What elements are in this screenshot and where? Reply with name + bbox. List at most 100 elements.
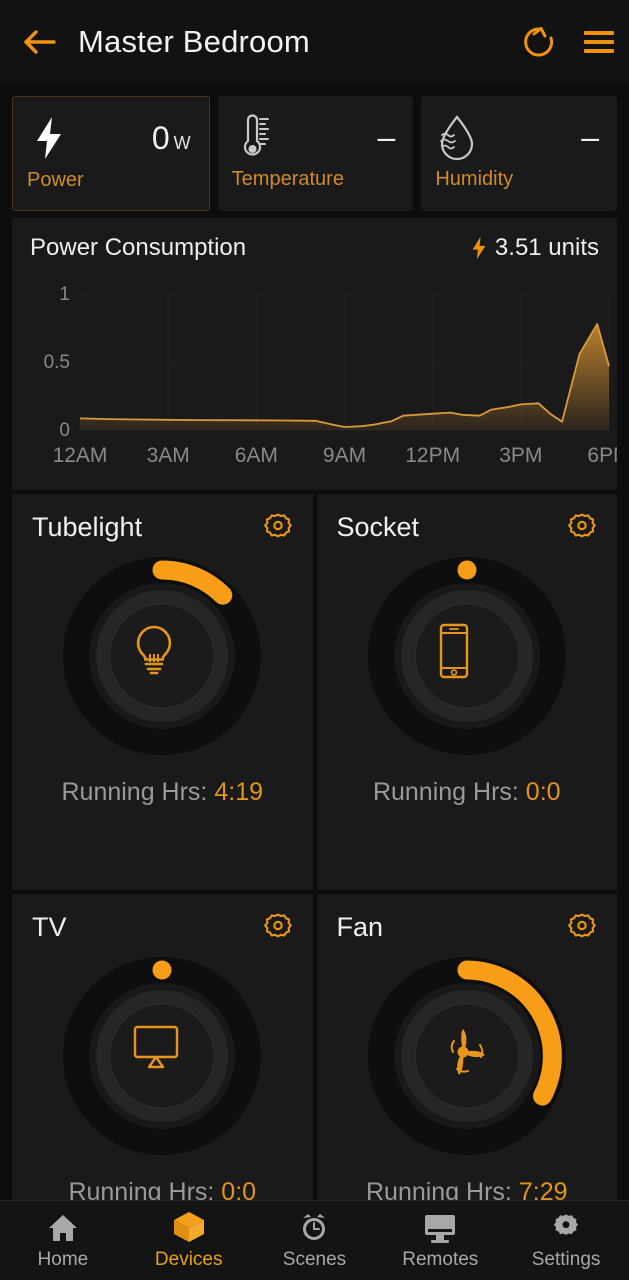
svg-text:0.5: 0.5 <box>44 352 70 373</box>
device-dial-socket[interactable] <box>367 556 567 756</box>
svg-text:0: 0 <box>59 420 70 441</box>
device-settings-button[interactable] <box>261 912 295 946</box>
running-hours: Running Hrs: 0:0 <box>317 778 618 807</box>
svg-text:12AM: 12AM <box>53 444 108 467</box>
gear-icon <box>263 513 292 538</box>
nav-label: Devices <box>154 1249 223 1270</box>
running-hours-value: 0:0 <box>221 1178 257 1200</box>
chart-title: Power Consumption <box>30 234 247 261</box>
bottom-navigation: Home Devices Scenes Remotes Settings <box>0 1200 629 1280</box>
svg-text:3PM: 3PM <box>499 444 542 467</box>
running-hours-label: Running Hrs: <box>61 778 215 806</box>
arrow-left-icon <box>24 30 56 54</box>
nav-label: Remotes <box>402 1249 479 1270</box>
app-header: Master Bedroom <box>0 0 629 84</box>
device-header: Fan <box>317 894 618 946</box>
alarm-clock-icon <box>297 1210 331 1244</box>
stat-card-power[interactable]: 0W Power <box>12 96 210 211</box>
stat-value-humidity: – <box>581 118 600 155</box>
device-name: Fan <box>336 912 384 942</box>
lightning-bolt-icon <box>472 236 486 260</box>
device-card-fan[interactable]: Fan Running Hrs: 7:29 <box>316 894 618 1200</box>
stat-value-power: 0W <box>71 120 195 157</box>
refresh-icon <box>524 27 554 57</box>
device-dial-fan[interactable] <box>367 956 567 1156</box>
tv-icon <box>127 1021 197 1091</box>
fan-blades-icon <box>432 1021 502 1091</box>
svg-text:12PM: 12PM <box>405 444 460 467</box>
device-header: Socket <box>317 494 618 546</box>
running-hours-value: 0:0 <box>525 778 561 806</box>
stat-card-temperature[interactable]: – Temperature <box>217 96 414 211</box>
power-consumption-card: Power Consumption 3.51 units 0 0.5 1 12AM 3A… <box>12 218 617 490</box>
stat-top-row: – <box>435 108 603 166</box>
device-card-socket[interactable]: Socket Running Hrs: 0:0 <box>316 494 618 890</box>
dial-container <box>317 556 618 756</box>
device-dial-tv[interactable] <box>62 956 262 1156</box>
chart-units: 3.51 units <box>471 234 599 262</box>
nav-item-settings[interactable]: Settings <box>503 1201 629 1280</box>
stat-value-temperature: – <box>377 118 396 155</box>
cube-icon <box>172 1210 206 1244</box>
device-settings-button[interactable] <box>565 512 599 546</box>
running-hours: Running Hrs: 0:0 <box>12 1178 313 1200</box>
nav-item-scenes[interactable]: Scenes <box>252 1201 378 1280</box>
power-unit: W <box>173 132 191 153</box>
room-detail-screen: Master Bedroom 0W Power – Temperature – … <box>0 0 629 1280</box>
svg-text:6PM: 6PM <box>587 444 617 467</box>
running-hours-value: 7:29 <box>518 1178 568 1200</box>
nav-label: Home <box>37 1249 89 1270</box>
device-card-tubelight[interactable]: Tubelight Running Hrs: 4:19 <box>12 494 313 890</box>
refresh-button[interactable] <box>509 12 569 72</box>
device-dial-tubelight[interactable] <box>62 556 262 756</box>
page-title: Master Bedroom <box>78 24 310 59</box>
nav-label: Settings <box>531 1249 601 1270</box>
stat-card-humidity[interactable]: – Humidity <box>421 96 618 211</box>
svg-text:1: 1 <box>59 284 70 305</box>
lightbulb-icon <box>127 621 197 691</box>
device-card-tv[interactable]: TV Running Hrs: 0:0 <box>12 894 313 1200</box>
nav-label: Scenes <box>282 1249 347 1270</box>
stat-top-row: 0W <box>27 109 195 167</box>
power-number: 0 <box>151 119 170 156</box>
nav-item-home[interactable]: Home <box>0 1201 126 1280</box>
tablet-icon <box>432 621 502 691</box>
back-button[interactable] <box>8 10 72 74</box>
running-hours-label: Running Hrs: <box>365 1178 519 1200</box>
svg-text:9AM: 9AM <box>323 444 366 467</box>
sensor-stats-row: 0W Power – Temperature – Humidity <box>12 96 618 211</box>
device-settings-button[interactable] <box>565 912 599 946</box>
dial-container <box>317 956 618 1156</box>
stat-label-temperature: Temperature <box>231 168 344 190</box>
running-hours-label: Running Hrs: <box>372 778 526 806</box>
lightning-bolt-icon <box>27 115 71 161</box>
power-consumption-chart: 0 0.5 1 12AM 3AM 6AM 9AM 12PM 3PM 6PM <box>44 284 617 467</box>
svg-text:3AM: 3AM <box>147 444 190 467</box>
chart-units-value: 3.51 units <box>494 234 599 261</box>
running-hours: Running Hrs: 4:19 <box>12 778 313 807</box>
menu-button[interactable] <box>569 12 629 72</box>
running-hours: Running Hrs: 7:29 <box>317 1178 618 1200</box>
device-name: TV <box>32 912 67 942</box>
stat-label-humidity: Humidity <box>435 168 514 190</box>
thermometer-icon <box>232 114 276 160</box>
running-hours-value: 4:19 <box>214 778 264 806</box>
dial-container <box>12 956 313 1156</box>
water-drop-icon <box>435 114 479 161</box>
home-icon <box>46 1210 80 1244</box>
running-hours-label: Running Hrs: <box>68 1178 222 1200</box>
chart-header: Power Consumption 3.51 units <box>12 218 617 262</box>
stat-label-power: Power <box>27 169 84 191</box>
gear-icon <box>263 913 292 938</box>
nav-item-remotes[interactable]: Remotes <box>377 1201 503 1280</box>
device-name: Socket <box>336 512 420 542</box>
gear-icon <box>568 913 596 938</box>
monitor-icon <box>422 1210 458 1244</box>
device-header: Tubelight <box>12 494 313 546</box>
gear-icon <box>568 513 596 538</box>
device-settings-button[interactable] <box>261 512 295 546</box>
device-name: Tubelight <box>32 512 143 542</box>
nav-item-devices[interactable]: Devices <box>126 1201 252 1280</box>
device-grid: Tubelight Running Hrs: 4:19 Socket Runni… <box>12 494 617 1200</box>
stat-top-row: – <box>232 108 400 166</box>
